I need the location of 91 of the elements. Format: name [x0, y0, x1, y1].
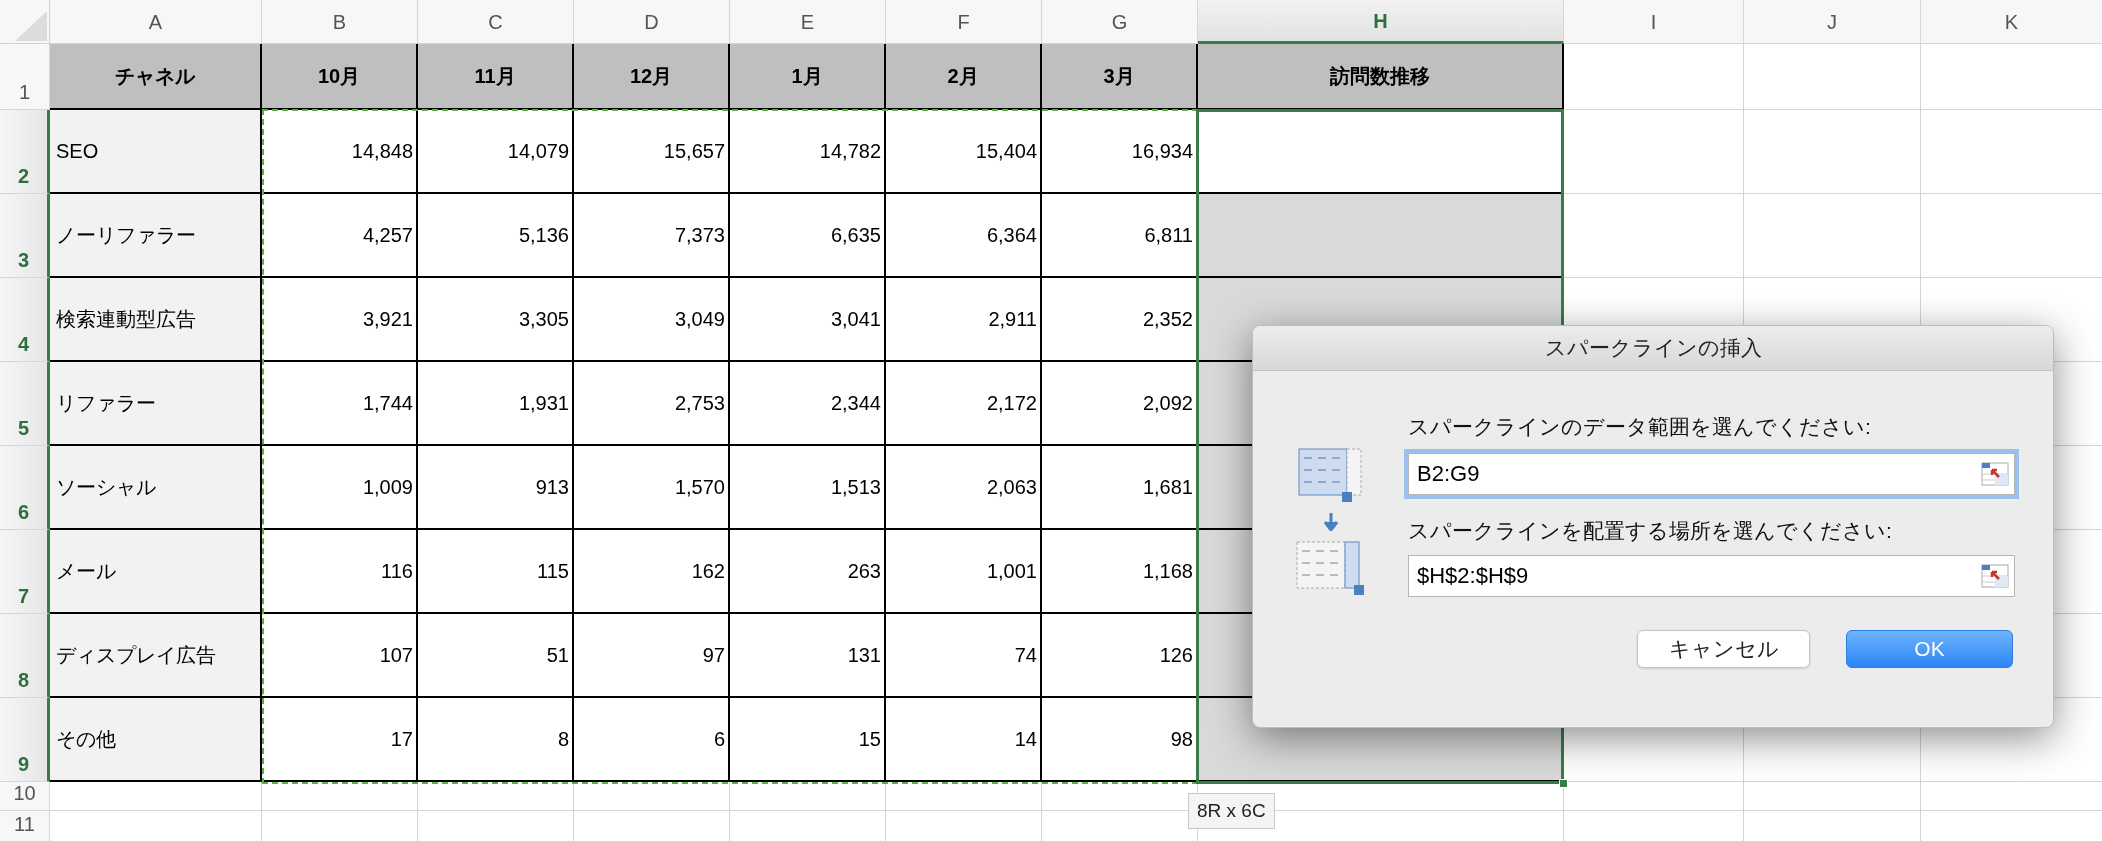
row-header[interactable]: 4: [0, 278, 50, 362]
row-header[interactable]: 3: [0, 194, 50, 278]
column-header[interactable]: D: [574, 0, 730, 44]
column-heading: 12月: [574, 44, 730, 110]
row-header[interactable]: 5: [0, 362, 50, 446]
table-cell: 5,136: [418, 194, 574, 278]
table-cell: 131: [730, 614, 886, 698]
table-cell: メール: [50, 530, 262, 614]
column-header[interactable]: F: [886, 0, 1042, 44]
table-cell: 74: [886, 614, 1042, 698]
location-label: スパークラインを配置する場所を選んでください:: [1408, 518, 1893, 544]
table-cell: 97: [574, 614, 730, 698]
source-range-icon: [1297, 448, 1364, 503]
dialog-title: スパークラインの挿入: [1253, 326, 2053, 371]
table-cell: 15: [730, 698, 886, 782]
table-cell: 2,753: [574, 362, 730, 446]
table-cell: 2,063: [886, 446, 1042, 530]
column-header[interactable]: G: [1042, 0, 1198, 44]
column-header[interactable]: E: [730, 0, 886, 44]
table-cell: 14,848: [262, 110, 418, 194]
column-header[interactable]: B: [262, 0, 418, 44]
table-cell: 107: [262, 614, 418, 698]
table-cell: ディスプレイ広告: [50, 614, 262, 698]
range-field[interactable]: $H$2:$H$9: [1408, 555, 2015, 597]
column-heading: 11月: [418, 44, 574, 110]
fill-handle[interactable]: [1559, 779, 1568, 788]
collapse-dialog-icon[interactable]: [1981, 462, 2009, 486]
table-cell: ノーリファラー: [50, 194, 262, 278]
column-header[interactable]: C: [418, 0, 574, 44]
table-cell: その他: [50, 698, 262, 782]
down-arrow-icon: [1322, 513, 1339, 531]
row-header[interactable]: 11: [0, 811, 50, 842]
row-header[interactable]: 8: [0, 614, 50, 698]
range-field[interactable]: B2:G9: [1408, 453, 2015, 495]
table-cell: 検索連動型広告: [50, 278, 262, 362]
table-cell: 162: [574, 530, 730, 614]
row-header[interactable]: 6: [0, 446, 50, 530]
table-cell: 14: [886, 698, 1042, 782]
column-header[interactable]: H: [1198, 0, 1564, 44]
table-cell: 115: [418, 530, 574, 614]
table-cell: 3,305: [418, 278, 574, 362]
table-cell: 3,049: [574, 278, 730, 362]
target-range-icon: [1295, 541, 1366, 596]
table-cell: 2,344: [730, 362, 886, 446]
table-cell: SEO: [50, 110, 262, 194]
table-cell: 15,657: [574, 110, 730, 194]
column-header[interactable]: K: [1921, 0, 2102, 44]
table-cell: 263: [730, 530, 886, 614]
table-cell: 17: [262, 698, 418, 782]
column-header[interactable]: I: [1564, 0, 1744, 44]
column-heading: 3月: [1042, 44, 1198, 110]
collapse-dialog-icon[interactable]: [1981, 564, 2009, 588]
selection-size-tooltip: 8R x 6C: [1188, 793, 1275, 829]
row-header[interactable]: 1: [0, 44, 50, 110]
table-cell: 3,921: [262, 278, 418, 362]
table-cell: 15,404: [886, 110, 1042, 194]
data-range-label: スパークラインのデータ範囲を選んでください:: [1408, 414, 1872, 440]
table-cell: 2,172: [886, 362, 1042, 446]
table-cell: 6: [574, 698, 730, 782]
row-header[interactable]: 2: [0, 110, 50, 194]
table-cell: 1,570: [574, 446, 730, 530]
table-cell: 913: [418, 446, 574, 530]
table-cell: 8: [418, 698, 574, 782]
row-header[interactable]: 10: [0, 782, 50, 811]
table-cell: 1,001: [886, 530, 1042, 614]
table-cell: 1,744: [262, 362, 418, 446]
table-cell: 1,931: [418, 362, 574, 446]
table-cell: 51: [418, 614, 574, 698]
cancel-button[interactable]: キャンセル: [1637, 630, 1810, 668]
table-cell: 2,911: [886, 278, 1042, 362]
column-heading: 1月: [730, 44, 886, 110]
table-cell: 1,513: [730, 446, 886, 530]
table-cell: 1,009: [262, 446, 418, 530]
table-cell: 14,079: [418, 110, 574, 194]
table-cell: 7,373: [574, 194, 730, 278]
table-cell: 4,257: [262, 194, 418, 278]
row-header[interactable]: 9: [0, 698, 50, 782]
table-cell: 6,364: [886, 194, 1042, 278]
column-heading: 訪問数推移: [1198, 44, 1564, 110]
table-cell: 116: [262, 530, 418, 614]
column-heading: チャネル: [50, 44, 262, 110]
table-cell: 14,782: [730, 110, 886, 194]
column-heading: 2月: [886, 44, 1042, 110]
column-header[interactable]: J: [1744, 0, 1921, 44]
table-cell: 6,635: [730, 194, 886, 278]
row-header[interactable]: 7: [0, 530, 50, 614]
table-cell: 3,041: [730, 278, 886, 362]
column-header[interactable]: A: [50, 0, 262, 44]
column-heading: 10月: [262, 44, 418, 110]
table-cell: ソーシャル: [50, 446, 262, 530]
table-cell: リファラー: [50, 362, 262, 446]
